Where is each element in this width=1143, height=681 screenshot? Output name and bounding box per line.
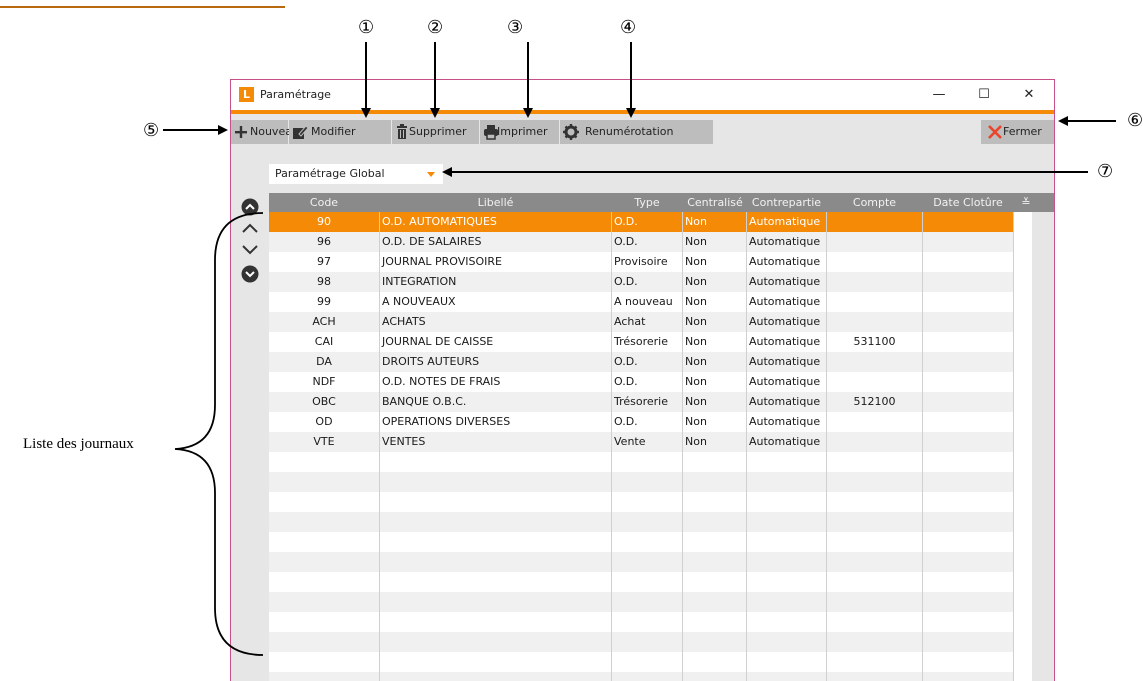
annotation-overlay xyxy=(163,42,1116,656)
list-brace xyxy=(174,212,264,656)
